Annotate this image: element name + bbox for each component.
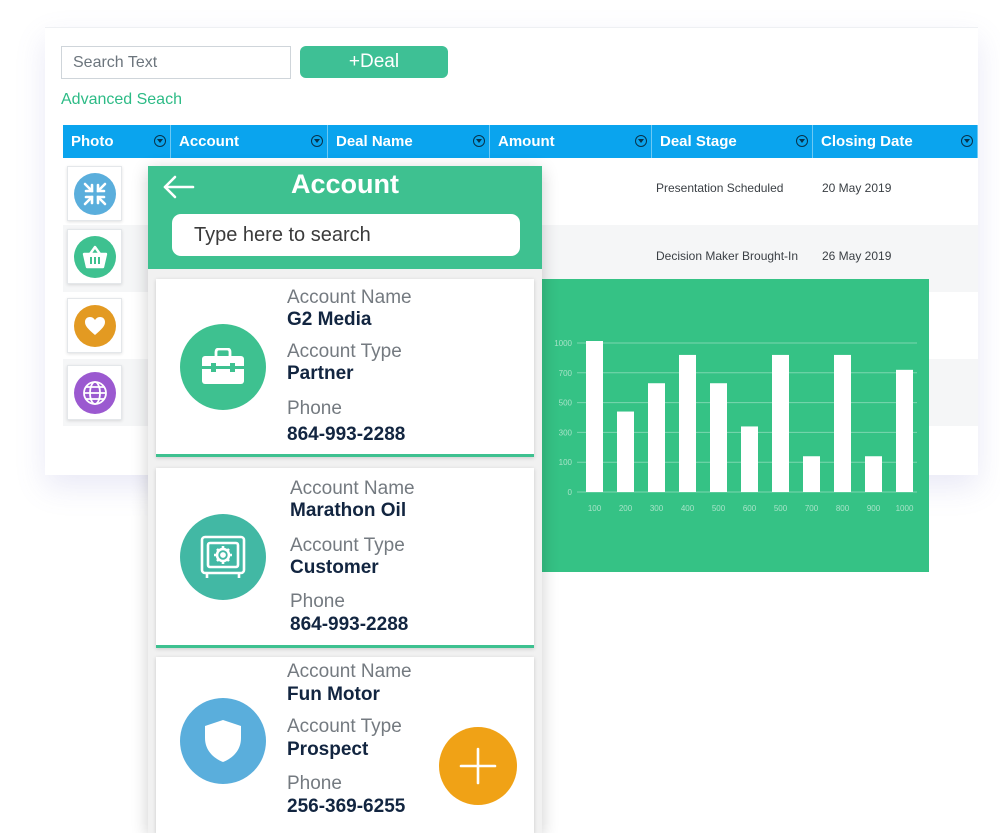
heart-icon [74, 305, 116, 347]
phone-label: Phone [290, 591, 345, 612]
y-tick-label: 0 [568, 488, 573, 497]
column-header-closing-date[interactable]: Closing Date [813, 125, 978, 158]
closing-date-cell: 20 May 2019 [822, 181, 892, 195]
phone-value[interactable]: 256-369-6255 [287, 796, 405, 818]
account-name-value: Fun Motor [287, 684, 380, 705]
x-tick-label: 1000 [896, 504, 914, 513]
x-tick-label: 600 [743, 504, 757, 513]
bar [586, 341, 603, 492]
account-type-value: Customer [290, 557, 379, 578]
bar-chart-panel: 0 100 300 500 700 1000 100 200 300 400 500 600 500 7… [537, 279, 929, 572]
y-tick-label: 300 [559, 428, 573, 437]
phone-value[interactable]: 864-993-2288 [287, 424, 405, 446]
column-header-deal-stage[interactable]: Deal Stage [652, 125, 813, 158]
bar [741, 426, 758, 492]
deal-stage-cell: Presentation Scheduled [656, 181, 784, 195]
bar [679, 354, 696, 492]
account-name-label: Account Name [287, 661, 412, 682]
x-tick-label: 300 [650, 504, 664, 513]
mobile-header: Account [148, 166, 542, 269]
basket-icon [74, 236, 116, 278]
closing-date-cell: 26 May 2019 [822, 249, 892, 263]
bar [896, 369, 913, 492]
account-card[interactable]: Account Name G2 Media Account Type Partn… [156, 279, 534, 457]
row-photo [67, 298, 122, 353]
phone-value[interactable]: 864-993-2288 [290, 614, 408, 636]
filter-icon[interactable] [961, 135, 973, 147]
bar [710, 383, 727, 492]
account-name-value: Marathon Oil [290, 500, 407, 521]
row-photo [67, 166, 122, 221]
account-type-value: Partner [287, 363, 354, 384]
x-tick-label: 900 [867, 504, 881, 513]
mobile-account-screen: Account Account Name G2 Media Account Ty… [148, 166, 542, 833]
y-tick-label: 100 [559, 458, 573, 467]
briefcase-icon [180, 324, 266, 410]
account-type-label: Account Type [287, 716, 402, 737]
row-photo [67, 365, 122, 420]
account-type-label: Account Type [287, 341, 402, 362]
filter-icon[interactable] [311, 135, 323, 147]
advanced-search-link[interactable]: Advanced Seach [61, 91, 182, 109]
deal-stage-cell: Decision Maker Brought-In [656, 249, 799, 263]
arrows-icon [74, 173, 116, 215]
filter-icon[interactable] [473, 135, 485, 147]
phone-label: Phone [287, 398, 342, 419]
bar [772, 354, 789, 492]
x-tick-label: 500 [774, 504, 788, 513]
account-type-label: Account Type [290, 535, 405, 556]
bar [803, 456, 820, 492]
plus-icon [459, 747, 497, 785]
filter-icon[interactable] [796, 135, 808, 147]
shield-icon [180, 698, 266, 784]
y-tick-label: 500 [559, 399, 573, 408]
account-name-label: Account Name [290, 478, 415, 499]
filter-icon[interactable] [154, 135, 166, 147]
account-name-label: Account Name [287, 287, 412, 308]
account-search-input[interactable] [172, 214, 520, 256]
bar [617, 411, 634, 492]
deals-table-header: Photo Account Deal Name Amount Deal Stag… [63, 125, 978, 158]
page-title: Account [291, 169, 399, 199]
filter-icon[interactable] [635, 135, 647, 147]
bar-chart: 0 100 300 500 700 1000 100 200 300 400 500 600 500 7… [554, 339, 917, 513]
column-header-amount[interactable]: Amount [490, 125, 652, 158]
x-tick-label: 500 [712, 504, 726, 513]
safe-icon [180, 514, 266, 600]
x-tick-label: 700 [805, 504, 819, 513]
x-tick-label: 100 [588, 504, 602, 513]
bar [648, 383, 665, 492]
account-type-value: Prospect [287, 739, 369, 760]
bar [865, 456, 882, 492]
account-name-value: G2 Media [287, 309, 372, 330]
column-header-account[interactable]: Account [171, 125, 328, 158]
column-header-deal-name[interactable]: Deal Name [328, 125, 490, 158]
add-deal-button[interactable]: +Deal [300, 46, 448, 78]
phone-label: Phone [287, 773, 342, 794]
x-tick-label: 200 [619, 504, 633, 513]
x-tick-label: 800 [836, 504, 850, 513]
row-photo [67, 229, 122, 284]
x-tick-label: 400 [681, 504, 695, 513]
account-card[interactable]: Account Name Marathon Oil Account Type C… [156, 468, 534, 648]
column-header-photo[interactable]: Photo [63, 125, 171, 158]
bar [834, 354, 851, 492]
globe-icon [74, 372, 116, 414]
y-tick-label: 700 [559, 369, 573, 378]
search-input[interactable] [61, 46, 291, 79]
y-tick-label: 1000 [554, 339, 572, 348]
add-account-button[interactable] [439, 727, 517, 805]
